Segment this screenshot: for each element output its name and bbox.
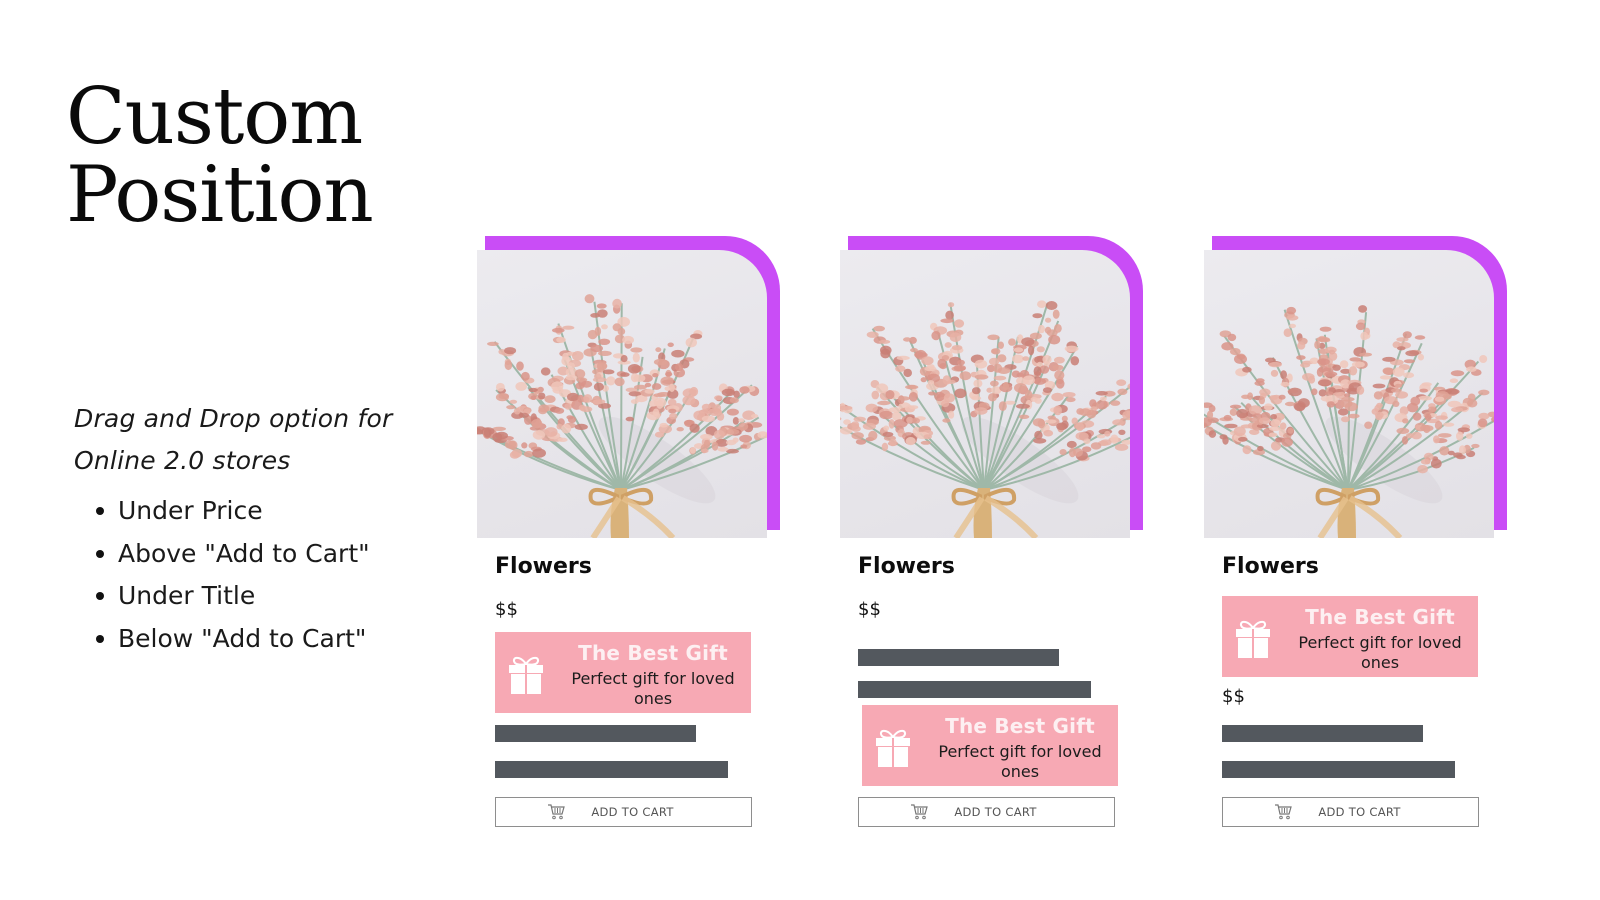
gift-banner-title: The Best Gift	[1305, 605, 1455, 629]
position-options-list: Under Price Above "Add to Cart" Under Ti…	[96, 490, 370, 660]
flower-bouquet-image	[840, 300, 1130, 538]
add-to-cart-button[interactable]: ADD TO CART	[1222, 797, 1479, 827]
gift-banner-title: The Best Gift	[578, 641, 728, 665]
gift-banner-subtitle: Perfect gift for loved ones	[1298, 633, 1462, 672]
product-card: Flowers $$ The Best Gift Perfect gift fo…	[477, 236, 787, 836]
product-price: $$	[1222, 686, 1245, 707]
position-option-label: Below "Add to Cart"	[118, 623, 367, 653]
flower-bouquet-image	[477, 294, 767, 538]
product-price: $$	[858, 599, 881, 620]
product-image[interactable]	[840, 250, 1130, 538]
position-option-label: Above "Add to Cart"	[118, 538, 370, 568]
gift-icon	[509, 656, 543, 694]
cart-icon	[548, 804, 566, 820]
bullet-icon	[96, 507, 104, 516]
page-title: Custom Position	[66, 72, 374, 240]
product-image[interactable]	[1204, 250, 1494, 538]
position-option: Under Price	[96, 490, 370, 533]
placeholder-bar	[858, 681, 1091, 698]
placeholder-bar	[1222, 761, 1455, 778]
add-to-cart-label: ADD TO CART	[591, 805, 674, 819]
add-to-cart-label: ADD TO CART	[954, 805, 1037, 819]
position-option: Under Title	[96, 575, 370, 618]
gift-banner[interactable]: The Best Gift Perfect gift for loved one…	[862, 705, 1118, 786]
gift-banner-subtitle: Perfect gift for loved ones	[938, 742, 1102, 781]
gift-banner-subtitle: Perfect gift for loved ones	[571, 669, 735, 708]
flower-bouquet-image	[1204, 305, 1494, 538]
position-option: Below "Add to Cart"	[96, 618, 370, 661]
add-to-cart-button[interactable]: ADD TO CART	[858, 797, 1115, 827]
gift-icon	[1236, 620, 1270, 658]
position-option: Above "Add to Cart"	[96, 533, 370, 576]
feature-subtitle: Drag and Drop option for Online 2.0 stor…	[74, 404, 393, 475]
product-title[interactable]: Flowers	[495, 554, 592, 579]
bullet-icon	[96, 549, 104, 558]
placeholder-bar	[495, 725, 696, 742]
product-card: Flowers $$ The Best Gift Perfect gift fo…	[1204, 236, 1514, 836]
gift-banner[interactable]: The Best Gift Perfect gift for loved one…	[1222, 596, 1478, 677]
cart-icon	[1275, 804, 1293, 820]
gift-banner-title: The Best Gift	[945, 714, 1095, 738]
placeholder-bar	[1222, 725, 1423, 742]
product-title[interactable]: Flowers	[1222, 554, 1319, 579]
bullet-icon	[96, 592, 104, 601]
add-to-cart-button[interactable]: ADD TO CART	[495, 797, 752, 827]
product-card: Flowers $$ The Best Gift Perfect gift fo…	[840, 236, 1150, 836]
placeholder-bar	[858, 649, 1059, 666]
cart-icon	[911, 804, 929, 820]
product-image[interactable]	[477, 250, 767, 538]
placeholder-bar	[495, 761, 728, 778]
title-line-1: Custom	[66, 72, 363, 162]
position-option-label: Under Price	[118, 496, 263, 526]
add-to-cart-label: ADD TO CART	[1318, 805, 1401, 819]
gift-icon	[876, 729, 910, 767]
gift-banner[interactable]: The Best Gift Perfect gift for loved one…	[495, 632, 751, 713]
title-line-2: Position	[66, 150, 374, 240]
product-price: $$	[495, 599, 518, 620]
position-option-label: Under Title	[118, 581, 256, 611]
product-title[interactable]: Flowers	[858, 554, 955, 579]
bullet-icon	[96, 634, 104, 643]
